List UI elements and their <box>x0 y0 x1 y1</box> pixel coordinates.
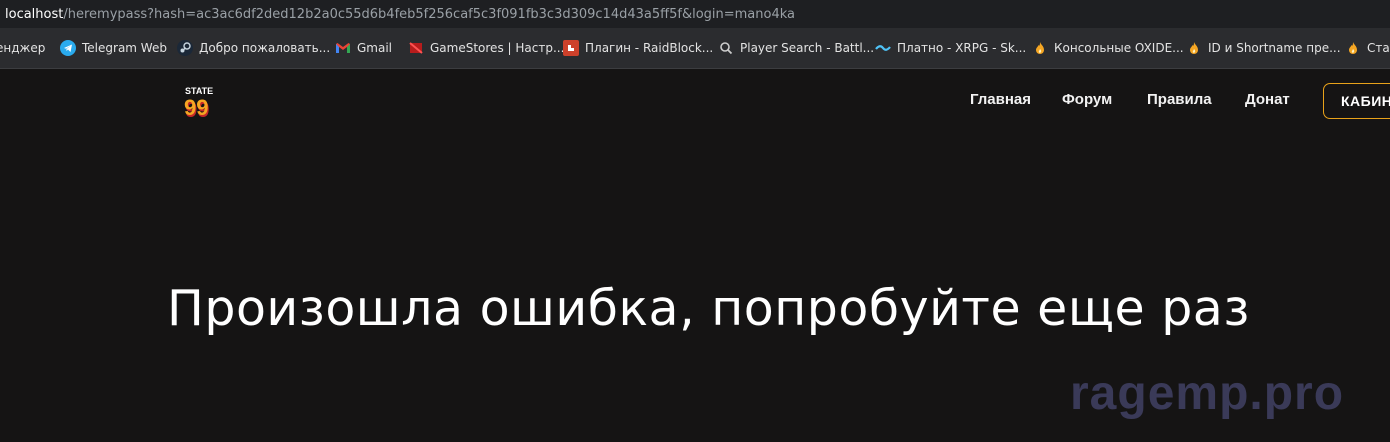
bookmark-item[interactable]: Player Search - Battl... <box>718 28 874 68</box>
bookmark-label: енджер <box>0 41 46 55</box>
site-header: STATE 99 99 Главная Форум Правила Донат … <box>0 69 1390 139</box>
steam-icon <box>177 40 193 56</box>
bookmark-label: Player Search - Battl... <box>740 41 875 55</box>
bookmark-label: GameStores | Настр... <box>430 41 565 55</box>
watermark: ragemp.pro <box>1070 367 1345 420</box>
xrpg-icon <box>875 40 891 56</box>
bookmark-label: Telegram Web <box>82 41 167 55</box>
cabinet-button[interactable]: КАБИН <box>1323 83 1390 119</box>
nav-donate[interactable]: Донат <box>1245 91 1290 108</box>
bookmark-label: ID и Shortname пре... <box>1208 41 1341 55</box>
bookmarks-bar: енджер Telegram Web Добро пожаловать... … <box>0 28 1390 69</box>
bookmark-item[interactable]: енджер <box>0 28 45 68</box>
bookmark-label: Gmail <box>357 41 393 55</box>
bookmark-label: Плагин - RaidBlock... <box>585 41 714 55</box>
logo-number: 99 <box>184 95 208 120</box>
flame-icon <box>1186 40 1202 56</box>
nav-rules[interactable]: Правила <box>1147 91 1212 108</box>
address-bar[interactable]: localhost/heremypass?hash=ac3ac6df2ded12… <box>0 0 1390 28</box>
error-message: Произошла ошибка, попробуйте еще раз <box>167 280 1250 337</box>
bookmark-item[interactable]: GameStores | Настр... <box>408 28 564 68</box>
site-logo[interactable]: STATE 99 99 <box>183 85 217 122</box>
bookmark-item[interactable]: Плагин - RaidBlock... <box>563 28 713 68</box>
bookmark-item[interactable]: Стан <box>1345 28 1390 68</box>
bookmark-item[interactable]: ID и Shortname пре... <box>1186 28 1341 68</box>
bookmark-label: Платно - XRPG - Sk... <box>897 41 1027 55</box>
gmail-icon <box>335 40 351 56</box>
url-host: localhost <box>5 6 64 22</box>
bookmark-item[interactable]: Консольные OXIDE... <box>1032 28 1184 68</box>
bookmark-item[interactable]: Добро пожаловать... <box>177 28 330 68</box>
nav-forum[interactable]: Форум <box>1062 91 1112 108</box>
bookmark-item[interactable]: Telegram Web <box>60 28 167 68</box>
rust-icon <box>563 40 579 56</box>
search-icon <box>718 40 734 56</box>
bookmark-label: Стан <box>1367 41 1390 55</box>
bookmark-label: Консольные OXIDE... <box>1054 41 1184 55</box>
flame-icon <box>1032 40 1048 56</box>
telegram-icon <box>60 40 76 56</box>
url-path: /heremypass?hash=ac3ac6df2ded12b2a0c55d6… <box>63 6 795 22</box>
bookmark-item[interactable]: Gmail <box>335 28 392 68</box>
bookmark-item[interactable]: Платно - XRPG - Sk... <box>875 28 1026 68</box>
flame-icon <box>1345 40 1361 56</box>
gamestores-icon <box>408 40 424 56</box>
nav-home[interactable]: Главная <box>970 91 1031 108</box>
bookmark-label: Добро пожаловать... <box>199 41 331 55</box>
